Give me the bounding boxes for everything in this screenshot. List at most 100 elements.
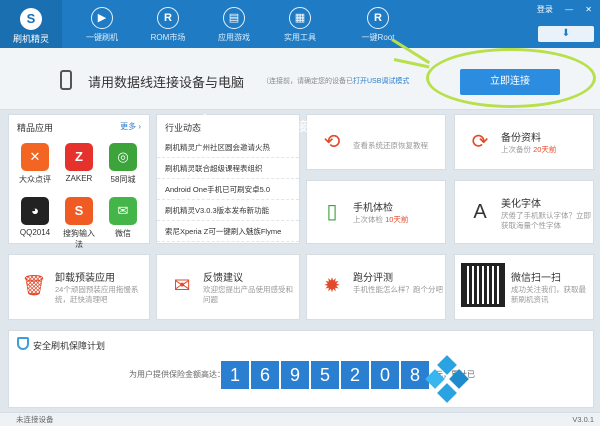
grid-icon: ▦ (289, 7, 311, 29)
nav-label: 一键刷机 (86, 33, 118, 42)
site-watermark: 系统城 XITONGCHENG.COM (420, 352, 596, 412)
phone-check-icon: ▯ (326, 201, 338, 223)
nav-rom-market[interactable]: R ROM市场 (138, 0, 198, 48)
app-label: QQ2014 (19, 228, 51, 237)
download-button[interactable]: ⬇ (538, 26, 594, 42)
font-icon: A (473, 201, 487, 223)
counter-digit: 2 (341, 361, 369, 389)
card-title: 跑分评测 (353, 273, 393, 284)
card-title: 手机体检 (353, 203, 393, 214)
app-dianping[interactable]: ✕ 大众点评 (17, 143, 53, 185)
connect-hint: （连接前，请确定您的设备已打开USB调试模式 (262, 76, 409, 86)
counter-digit: 1 (221, 361, 249, 389)
trash-icon: 🗑 (21, 275, 47, 297)
status-bar: 未连接设备 V3.0.1 (0, 412, 600, 426)
card-subtitle: 成功关注我们，获取最新刷机资讯 (511, 285, 586, 304)
feedback-card[interactable]: ✉ 反馈建议 欢迎您提出产品使用感受和问题 (156, 254, 300, 320)
wechat-icon: ✉ (109, 197, 137, 225)
card-title: 卸载预装应用 (55, 273, 115, 284)
watermark-logo-icon (437, 383, 457, 403)
root-icon: R (367, 7, 389, 29)
card-subtitle: 查看系统还原恢复教程 (353, 141, 428, 150)
close-icon[interactable]: ✕ (585, 5, 592, 14)
card-subtitle: 手机性能怎么样？跑个分吧 (353, 285, 443, 294)
news-list: 刷机精灵广州社区圆会邀请火热 刷机精灵联合超级课程表组织 Android One… (157, 137, 299, 242)
nav-tools[interactable]: ▦ 实用工具 (270, 0, 330, 48)
subtitle-value: 20天前 (533, 145, 557, 154)
watermark-brand: 系统城 (478, 359, 569, 392)
font-card[interactable]: A 美化字体 厌倦了手机默认字体？立即获取海量个性字体 (454, 180, 594, 244)
qq-penguin-icon: ◕ (21, 197, 49, 225)
nav-label: 一键Root (361, 33, 395, 42)
app-label: ZAKER (65, 174, 93, 183)
panel-title: 行业动态 (165, 123, 202, 133)
step-number: 1. (198, 112, 221, 137)
version-label: V3.0.1 (572, 415, 594, 424)
news-item[interactable]: 刷机精灵V3.0.3版本发布新功能 (157, 200, 299, 221)
wechat-scan-card[interactable]: 微信扫一扫 成功关注我们，获取最新刷机资讯 (454, 254, 594, 320)
card-subtitle: 上次体检 10天前 (353, 215, 443, 225)
shield-logo-icon: S (20, 8, 42, 30)
counter-digit: 5 (311, 361, 339, 389)
card-title: 美化字体 (501, 199, 541, 210)
more-link[interactable]: 更多 › (120, 121, 141, 132)
phone-check-card[interactable]: ▯ 手机体检 上次体检 10天前 (306, 180, 446, 244)
counter-digit: 9 (281, 361, 309, 389)
rom-icon: R (157, 7, 179, 29)
hint-text: （连接前，请确定您的设备已 (262, 78, 353, 85)
top-toolbar: S 刷机精灵 ▶ 一键刷机 R ROM市场 ▤ 应用游戏 ▦ 实用工具 R 一键… (0, 0, 600, 48)
sogou-icon: S (65, 197, 93, 225)
zaker-icon: Z (65, 143, 93, 171)
connect-now-button[interactable]: 立即连接 (460, 69, 560, 95)
benchmark-card[interactable]: ✹ 跑分评测 手机性能怎么样？跑个分吧 (306, 254, 446, 320)
usb-debug-link[interactable]: 打开USB调试模式 (353, 78, 409, 85)
uninstall-card[interactable]: 🗑 卸载预装应用 24个顽固预装应用拖慢系统，赶快清理吧 (8, 254, 150, 320)
nav-apps-games[interactable]: ▤ 应用游戏 (204, 0, 264, 48)
news-item[interactable]: 索尼Xperia Z可一键刷入魅族Flyme (157, 221, 299, 242)
app-sogou[interactable]: S 搜狗输入法 (61, 197, 97, 250)
step-annotation: 1. 用数据线连接手机与电脑 (198, 112, 379, 137)
app-wechat[interactable]: ✉ 微信 (105, 197, 141, 239)
featured-apps-panel: 精品应用 更多 › ✕ 大众点评 Z ZAKER ◎ 58同城 ◕ QQ2014… (8, 114, 150, 249)
app-store-icon: ▤ (223, 7, 245, 29)
counter-digit: 0 (371, 361, 399, 389)
app-qq[interactable]: ◕ QQ2014 (17, 197, 53, 237)
card-subtitle: 上次备份 20天前 (501, 145, 591, 155)
flash-icon: ▶ (91, 7, 113, 29)
app-label: 58同城 (110, 175, 136, 184)
card-title: 微信扫一扫 (511, 273, 561, 284)
connect-title: 请用数据线连接设备与电脑 (88, 75, 245, 90)
nav-label: 实用工具 (284, 33, 316, 42)
mail-icon: ✉ (173, 275, 191, 297)
watermark-logo-icon (449, 369, 469, 389)
news-item[interactable]: Android One手机已可刷安卓5.0 (157, 179, 299, 200)
nav-root[interactable]: R 一键Root (348, 0, 408, 48)
app-label: 搜狗输入法 (63, 229, 95, 249)
backup-card[interactable]: ⟳ 备份资料 上次备份 20天前 (454, 114, 594, 170)
counter-digit: 6 (251, 361, 279, 389)
nav-label: ROM市场 (150, 33, 186, 42)
subtitle-prefix: 上次体检 (353, 215, 383, 224)
minimize-icon[interactable]: — (565, 5, 573, 14)
card-subtitle: 厌倦了手机默认字体？立即获取海量个性字体 (501, 211, 591, 230)
news-item[interactable]: 刷机精灵联合超级课程表组织 (157, 158, 299, 179)
nav-label: 应用游戏 (218, 33, 250, 42)
subtitle-prefix: 上次备份 (501, 145, 531, 154)
nav-one-click-flash[interactable]: ▶ 一键刷机 (72, 0, 132, 48)
qr-code-icon (461, 263, 505, 307)
connection-status: 未连接设备 (16, 415, 54, 424)
phone-icon (60, 70, 72, 90)
app-zaker[interactable]: Z ZAKER (61, 143, 97, 183)
news-item[interactable]: 刷机精灵广州社区圆会邀请火热 (157, 137, 299, 158)
subtitle-value: 10天前 (385, 215, 409, 224)
fifty-eight-icon: ◎ (109, 143, 137, 171)
app-58[interactable]: ◎ 58同城 (105, 143, 141, 185)
step-text: 用数据线连接手机与电脑 (225, 120, 380, 135)
card-title: 备份资料 (501, 133, 541, 144)
login-link[interactable]: 登录 (537, 5, 553, 14)
watermark-logo-icon (425, 369, 445, 389)
brand-name: 刷机精灵 (12, 34, 49, 44)
plan-title: 安全刷机保障计划 (33, 341, 106, 351)
window-controls: 登录 — ✕ (527, 4, 592, 15)
brand-logo[interactable]: S 刷机精灵 (0, 0, 62, 48)
